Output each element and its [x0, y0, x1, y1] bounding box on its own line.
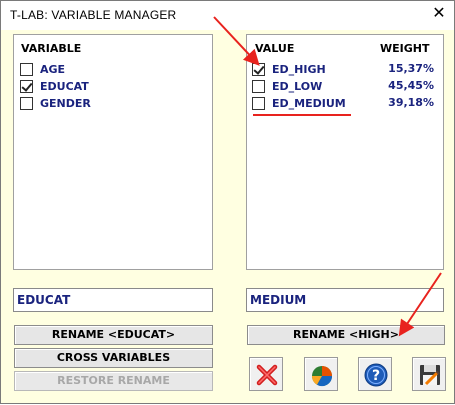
- rename-variable-button[interactable]: RENAME <EDUCAT>: [14, 325, 213, 345]
- variable-item-gender[interactable]: GENDER: [20, 95, 91, 111]
- value-checkbox-ed-low[interactable]: [252, 79, 265, 93]
- variable-checkbox-educat[interactable]: [20, 79, 33, 93]
- chart-button[interactable]: [304, 357, 338, 391]
- variable-list: VARIABLE AGE EDUCAT GENDER: [13, 34, 213, 270]
- value-checkbox-ed-high[interactable]: [252, 62, 265, 76]
- close-icon[interactable]: ✕: [431, 6, 447, 22]
- variable-checkbox-age[interactable]: [20, 62, 33, 76]
- pie-chart-icon: [311, 366, 333, 387]
- value-list: VALUE WEIGHT ED_HIGH 15,37% ED_LOW 45,45…: [246, 34, 444, 270]
- variable-checkbox-gender[interactable]: [20, 96, 33, 110]
- annotation-underline: [253, 114, 351, 116]
- value-label-ed-medium: ED_MEDIUM: [272, 96, 346, 110]
- delete-button[interactable]: [249, 357, 283, 391]
- weight-ed-low: 45,45%: [388, 79, 434, 92]
- variable-manager-window: T-LAB: VARIABLE MANAGER ✕ VARIABLE AGE E…: [0, 0, 455, 404]
- weight-ed-high: 15,37%: [388, 62, 434, 75]
- restore-rename-button[interactable]: RESTORE RENAME: [14, 371, 213, 391]
- variable-item-educat[interactable]: EDUCAT: [20, 78, 89, 94]
- variable-item-age[interactable]: AGE: [20, 61, 65, 77]
- value-item-ed-medium[interactable]: ED_MEDIUM: [252, 95, 346, 111]
- window-title: T-LAB: VARIABLE MANAGER: [10, 8, 177, 22]
- value-label-ed-low: ED_LOW: [272, 79, 323, 93]
- rename-value-button[interactable]: RENAME <HIGH>: [247, 325, 445, 345]
- save-icon: [420, 365, 440, 386]
- value-item-ed-low[interactable]: ED_LOW: [252, 78, 322, 94]
- title-bar: T-LAB: VARIABLE MANAGER ✕: [1, 1, 454, 30]
- weight-ed-medium: 39,18%: [388, 96, 434, 109]
- help-button[interactable]: ?: [358, 357, 392, 391]
- variable-label-age: AGE: [40, 62, 66, 76]
- variable-label-educat: EDUCAT: [40, 79, 89, 93]
- help-icon: ?: [364, 363, 388, 387]
- save-button[interactable]: [412, 357, 446, 391]
- value-column-header: VALUE: [255, 42, 295, 55]
- weight-column-header: WEIGHT: [380, 42, 430, 55]
- variable-column-header: VARIABLE: [21, 42, 82, 55]
- value-name-field[interactable]: MEDIUM: [246, 288, 444, 312]
- cross-variables-button[interactable]: CROSS VARIABLES: [14, 348, 213, 368]
- value-label-ed-high: ED_HIGH: [272, 62, 326, 76]
- value-checkbox-ed-medium[interactable]: [252, 96, 265, 110]
- svg-text:?: ?: [372, 368, 380, 384]
- variable-name-field[interactable]: EDUCAT: [13, 288, 213, 312]
- value-item-ed-high[interactable]: ED_HIGH: [252, 61, 326, 77]
- variable-label-gender: GENDER: [40, 96, 91, 110]
- delete-icon: [256, 364, 278, 386]
